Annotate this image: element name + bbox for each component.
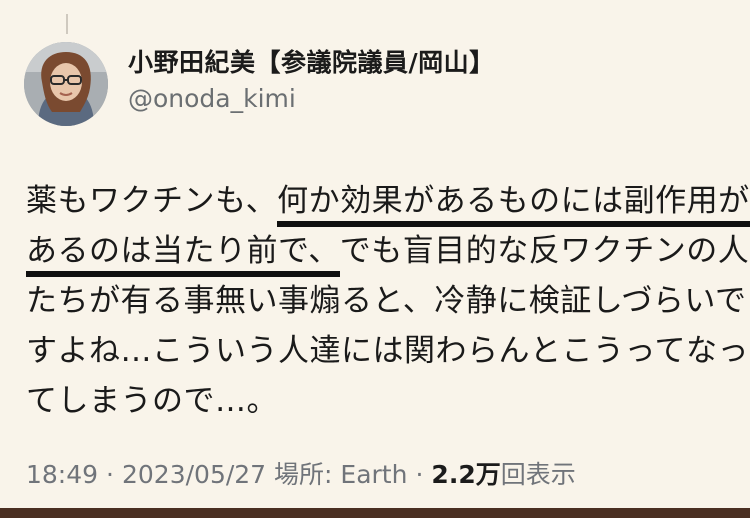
tweet-time[interactable]: 18:49: [26, 460, 98, 489]
tweet-body-line: たちが有る事無い事煽ると、冷静に検証しづらいで: [26, 276, 746, 326]
underlined-text-segment: 何か効果があるものには副作用が: [277, 183, 750, 227]
tweet-body-line: すよね…こういう人達には関わらんとこうってなっ: [26, 326, 748, 376]
tweet-date[interactable]: 2023/05/27: [122, 460, 266, 489]
text-segment: てしまうので…。: [26, 383, 278, 419]
tweet-body-line: あるのは当たり前で、でも盲目的な反ワクチンの人: [26, 226, 749, 277]
meta-separator: ·: [415, 460, 424, 489]
thread-connector-line: [66, 14, 68, 34]
author-display-name[interactable]: 小野田紀美【参議院議員/岡山】: [128, 46, 495, 80]
views-count: 2.2万: [431, 460, 501, 489]
tweet-body-line: てしまうので…。: [26, 376, 726, 426]
bottom-edge-bar: [0, 508, 750, 518]
tweet-location: 場所: Earth: [274, 460, 408, 489]
underlined-text-segment: あるのは当たり前で、: [26, 233, 340, 277]
text-segment: でも盲目的な反ワクチンの人: [339, 233, 750, 269]
author-handle[interactable]: @onoda_kimi: [128, 82, 495, 116]
tweet-body: 薬もワクチンも、何か効果があるものには副作用が あるのは当たり前で、でも盲目的な…: [26, 176, 750, 426]
avatar[interactable]: [24, 42, 108, 126]
text-segment: たちが有る事無い事煽ると、冷静に検証しづらいで: [26, 283, 747, 319]
tweet-meta: 18:49 · 2023/05/27 場所: Earth · 2.2万回表示: [26, 458, 576, 492]
text-segment: すよね…こういう人達には関わらんとこうってなっ: [26, 333, 749, 369]
avatar-photo: [24, 42, 108, 126]
author-block: 小野田紀美【参議院議員/岡山】 @onoda_kimi: [128, 46, 495, 116]
views-label: 回表示: [500, 460, 576, 489]
tweet-body-line: 薬もワクチンも、何か効果があるものには副作用が: [26, 176, 750, 227]
text-segment: 薬もワクチンも、: [26, 183, 278, 219]
meta-separator: ·: [106, 460, 114, 489]
tweet-card: 小野田紀美【参議院議員/岡山】 @onoda_kimi 薬もワクチンも、何か効果…: [0, 0, 750, 518]
